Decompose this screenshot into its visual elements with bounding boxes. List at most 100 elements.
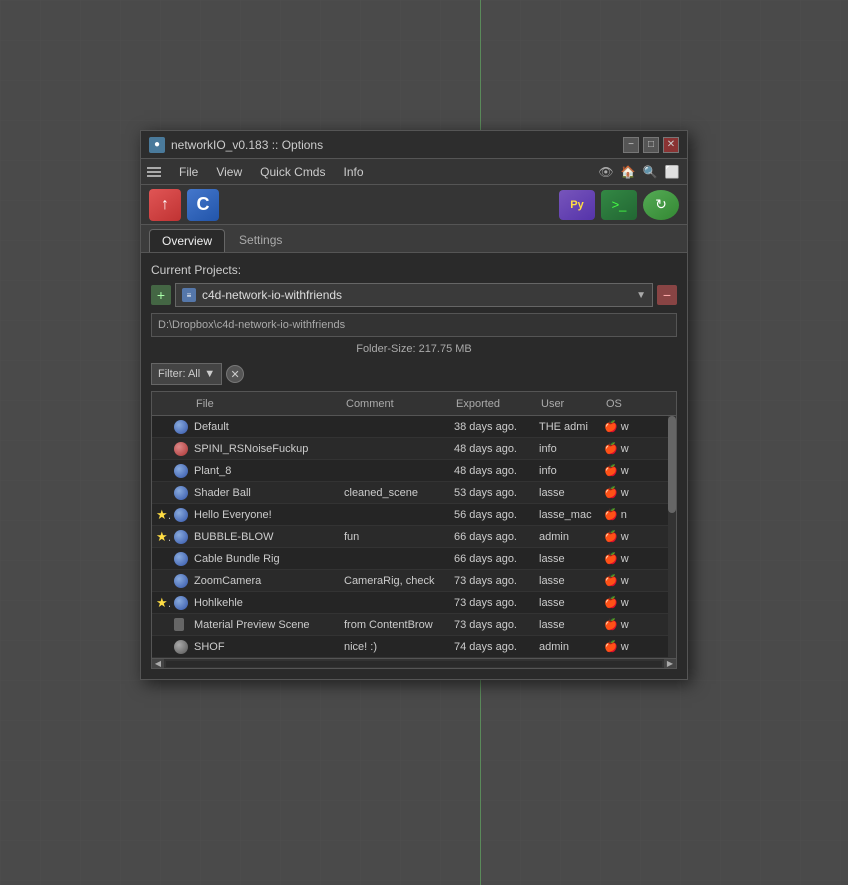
scroll-left-button[interactable]: ◀: [152, 659, 164, 669]
vertical-scrollbar[interactable]: [668, 416, 676, 658]
table-row[interactable]: Default38 days ago.THE admi🍎 w: [152, 416, 676, 438]
col-header-exported: Exported: [450, 398, 535, 410]
sync-button[interactable]: ↻: [643, 190, 679, 220]
table-row[interactable]: ZoomCameraCameraRig, check73 days ago.la…: [152, 570, 676, 592]
add-project-button[interactable]: +: [151, 285, 171, 305]
panel-icon[interactable]: ⬜: [663, 163, 681, 181]
star-icon: ★: [156, 507, 170, 522]
tab-settings[interactable]: Settings: [227, 229, 294, 252]
row-flag: ★: [152, 595, 170, 611]
row-os: 🍎 w: [600, 618, 635, 631]
tabs: Overview Settings: [141, 225, 687, 253]
tab-overview[interactable]: Overview: [149, 229, 225, 252]
terminal-button[interactable]: >_: [601, 190, 637, 220]
row-os: 🍎 w: [600, 574, 635, 587]
row-os: 🍎 w: [600, 596, 635, 609]
row-comment: nice! :): [340, 641, 450, 653]
row-os: 🍎 w: [600, 464, 635, 477]
menu-right-icons: 👁 🏠 🔍 ⬜: [597, 163, 681, 181]
home-icon[interactable]: 🏠: [619, 163, 637, 181]
eye-icon[interactable]: 👁: [597, 163, 615, 181]
menu-file[interactable]: File: [171, 163, 206, 181]
row-exported: 53 days ago.: [450, 487, 535, 499]
menu-info[interactable]: Info: [335, 163, 371, 181]
row-exported: 73 days ago.: [450, 575, 535, 587]
row-type-icon: [170, 530, 190, 544]
row-user: lasse: [535, 575, 600, 587]
row-exported: 74 days ago.: [450, 641, 535, 653]
folder-size-label: Folder-Size: 217.75 MB: [151, 343, 677, 355]
upload-button[interactable]: ↑: [149, 189, 181, 221]
maximize-button[interactable]: □: [643, 137, 659, 153]
row-type-icon: [170, 442, 190, 456]
row-file-name: Default: [190, 421, 340, 433]
row-type-icon: [170, 508, 190, 522]
minimize-button[interactable]: −: [623, 137, 639, 153]
project-dropdown[interactable]: ≡ c4d-network-io-withfriends ▼: [175, 283, 653, 307]
row-comment: from ContentBrow: [340, 619, 450, 631]
row-exported: 73 days ago.: [450, 597, 535, 609]
project-path-field: D:\Dropbox\c4d-network-io-withfriends: [151, 313, 677, 337]
col-header-comment: Comment: [340, 398, 450, 410]
row-exported: 48 days ago.: [450, 443, 535, 455]
table-row[interactable]: ★BUBBLE-BLOWfun66 days ago.admin🍎 w: [152, 526, 676, 548]
row-type-icon: [170, 640, 190, 654]
scroll-right-button[interactable]: ▶: [664, 659, 676, 669]
search-icon[interactable]: 🔍: [641, 163, 659, 181]
filter-clear-button[interactable]: ✕: [226, 365, 244, 383]
table-header: File Comment Exported User OS: [152, 392, 676, 416]
filter-dropdown[interactable]: Filter: All ▼: [151, 363, 222, 385]
menu-bar: File View Quick Cmds Info 👁 🏠 🔍 ⬜: [141, 159, 687, 185]
row-file-name: Plant_8: [190, 465, 340, 477]
row-user: info: [535, 443, 600, 455]
menu-view[interactable]: View: [208, 163, 250, 181]
close-button[interactable]: ✕: [663, 137, 679, 153]
table-row[interactable]: Cable Bundle Rig66 days ago.lasse🍎 w: [152, 548, 676, 570]
col-header-file: File: [190, 398, 340, 410]
col-header-os: OS: [600, 398, 635, 410]
row-exported: 66 days ago.: [450, 553, 535, 565]
filter-arrow-icon: ▼: [204, 368, 215, 380]
dropdown-arrow-icon: ▼: [636, 290, 646, 301]
filter-bar: Filter: All ▼ ✕: [151, 363, 677, 385]
row-comment: cleaned_scene: [340, 487, 450, 499]
menu-quick-cmds[interactable]: Quick Cmds: [252, 163, 333, 181]
table-row[interactable]: ★Hohlkehle73 days ago.lasse🍎 w: [152, 592, 676, 614]
row-type-icon: [170, 486, 190, 500]
c-button[interactable]: C: [187, 189, 219, 221]
row-os: 🍎 w: [600, 530, 635, 543]
project-icon: ≡: [182, 288, 196, 302]
row-file-name: SPINI_RSNoiseFuckup: [190, 443, 340, 455]
table-row[interactable]: Material Preview Scenefrom ContentBrow73…: [152, 614, 676, 636]
hamburger-menu[interactable]: [147, 167, 161, 177]
row-os: 🍎 w: [600, 640, 635, 653]
project-row: + ≡ c4d-network-io-withfriends ▼ −: [151, 283, 677, 307]
row-exported: 56 days ago.: [450, 509, 535, 521]
table-body: Default38 days ago.THE admi🍎 wSPINI_RSNo…: [152, 416, 676, 658]
row-user: info: [535, 465, 600, 477]
row-exported: 73 days ago.: [450, 619, 535, 631]
project-name: c4d-network-io-withfriends: [202, 288, 630, 302]
python-button[interactable]: Py: [559, 190, 595, 220]
horizontal-scrollbar[interactable]: ◀ ▶: [152, 658, 676, 668]
row-type-icon: [170, 464, 190, 478]
row-exported: 38 days ago.: [450, 421, 535, 433]
table-row[interactable]: ★Hello Everyone!56 days ago.lasse_mac🍎 n: [152, 504, 676, 526]
scroll-track[interactable]: [166, 661, 662, 667]
table-row[interactable]: SPINI_RSNoiseFuckup48 days ago.info🍎 w: [152, 438, 676, 460]
row-user: lasse: [535, 553, 600, 565]
scrollbar-thumb[interactable]: [668, 416, 676, 513]
row-exported: 66 days ago.: [450, 531, 535, 543]
remove-project-button[interactable]: −: [657, 285, 677, 305]
row-user: lasse: [535, 619, 600, 631]
row-user: admin: [535, 531, 600, 543]
table-row[interactable]: Plant_848 days ago.info🍎 w: [152, 460, 676, 482]
row-user: lasse_mac: [535, 509, 600, 521]
row-type-icon: [170, 552, 190, 566]
row-comment: fun: [340, 531, 450, 543]
row-os: 🍎 w: [600, 552, 635, 565]
main-window: ● networkIO_v0.183 :: Options − □ ✕ File…: [140, 130, 688, 680]
star-icon: ★: [156, 595, 170, 610]
table-row[interactable]: SHOFnice! :)74 days ago.admin🍎 w: [152, 636, 676, 658]
table-row[interactable]: Shader Ballcleaned_scene53 days ago.lass…: [152, 482, 676, 504]
